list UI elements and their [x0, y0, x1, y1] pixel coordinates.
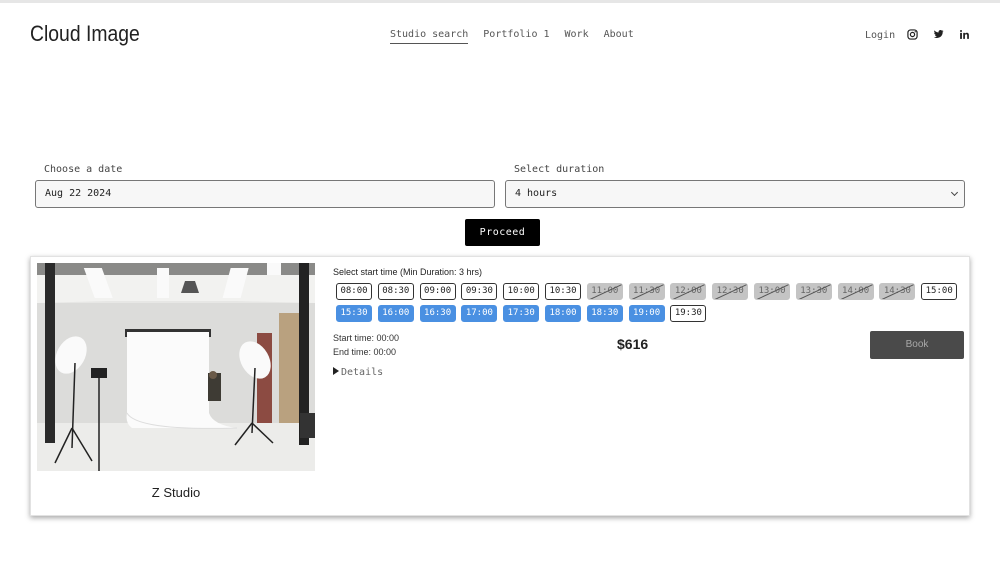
- time-slot: 12:00: [670, 283, 707, 300]
- studio-photo: [37, 263, 315, 471]
- time-slot[interactable]: 17:30: [503, 305, 540, 322]
- price: $616: [617, 336, 649, 352]
- twitter-icon[interactable]: [933, 29, 944, 40]
- time-slot[interactable]: 16:30: [419, 305, 456, 322]
- login-link[interactable]: Login: [865, 30, 895, 41]
- time-slot[interactable]: 10:00: [503, 283, 540, 300]
- time-slot[interactable]: 08:30: [377, 283, 414, 300]
- time-slot[interactable]: 08:00: [336, 283, 372, 300]
- studio-card: Z Studio Select start time (Min Duration…: [30, 256, 970, 516]
- disclosure-triangle-icon: [333, 367, 339, 375]
- main-nav: Studio search Portfolio 1 Work About: [390, 29, 634, 44]
- details-toggle[interactable]: Details: [333, 367, 383, 378]
- time-slot[interactable]: 18:00: [545, 305, 581, 322]
- time-slot[interactable]: 09:30: [461, 283, 498, 300]
- time-slot: 14:00: [837, 283, 874, 300]
- nav-portfolio-1[interactable]: Portfolio 1: [483, 29, 549, 44]
- time-slot[interactable]: 15:00: [921, 283, 958, 300]
- date-label: Choose a date: [44, 164, 123, 175]
- nav-studio-search[interactable]: Studio search: [390, 29, 469, 44]
- linkedin-icon[interactable]: [959, 29, 970, 40]
- time-slot[interactable]: 10:30: [545, 283, 581, 300]
- end-time-text: End time: 00:00: [333, 347, 397, 357]
- time-slot: 11:00: [586, 283, 623, 300]
- duration-label: Select duration: [514, 164, 605, 175]
- proceed-button[interactable]: Proceed: [465, 219, 540, 246]
- time-slot[interactable]: 17:00: [461, 305, 498, 322]
- nav-about[interactable]: About: [604, 29, 634, 44]
- duration-select[interactable]: 4 hours: [505, 180, 965, 208]
- time-slot[interactable]: 19:00: [628, 305, 665, 322]
- instagram-icon[interactable]: [907, 29, 918, 40]
- time-slot[interactable]: 16:00: [377, 305, 414, 322]
- details-label: Details: [341, 367, 384, 378]
- duration-value: 4 hours: [515, 188, 558, 199]
- time-slot: 11:30: [628, 283, 665, 300]
- book-button[interactable]: Book: [870, 331, 964, 359]
- chevron-down-icon: [950, 188, 959, 197]
- start-time-text: Start time: 00:00: [333, 333, 400, 343]
- date-value: Aug 22 2024: [45, 188, 112, 199]
- time-slot[interactable]: 18:30: [586, 305, 623, 322]
- brand-logo[interactable]: Cloud Image: [30, 21, 140, 47]
- time-slot: 12:30: [712, 283, 749, 300]
- time-slot[interactable]: 19:30: [670, 305, 707, 322]
- studio-name: Z Studio: [151, 485, 201, 500]
- time-slot: 14:30: [879, 283, 916, 300]
- date-input[interactable]: Aug 22 2024: [35, 180, 495, 208]
- time-slot[interactable]: 15:30: [336, 305, 372, 322]
- time-slot: 13:30: [795, 283, 832, 300]
- time-slot: 13:00: [754, 283, 790, 300]
- nav-work[interactable]: Work: [565, 29, 589, 44]
- time-slot[interactable]: 09:00: [419, 283, 456, 300]
- top-border: [0, 0, 1000, 3]
- start-time-title: Select start time (Min Duration: 3 hrs): [333, 267, 483, 277]
